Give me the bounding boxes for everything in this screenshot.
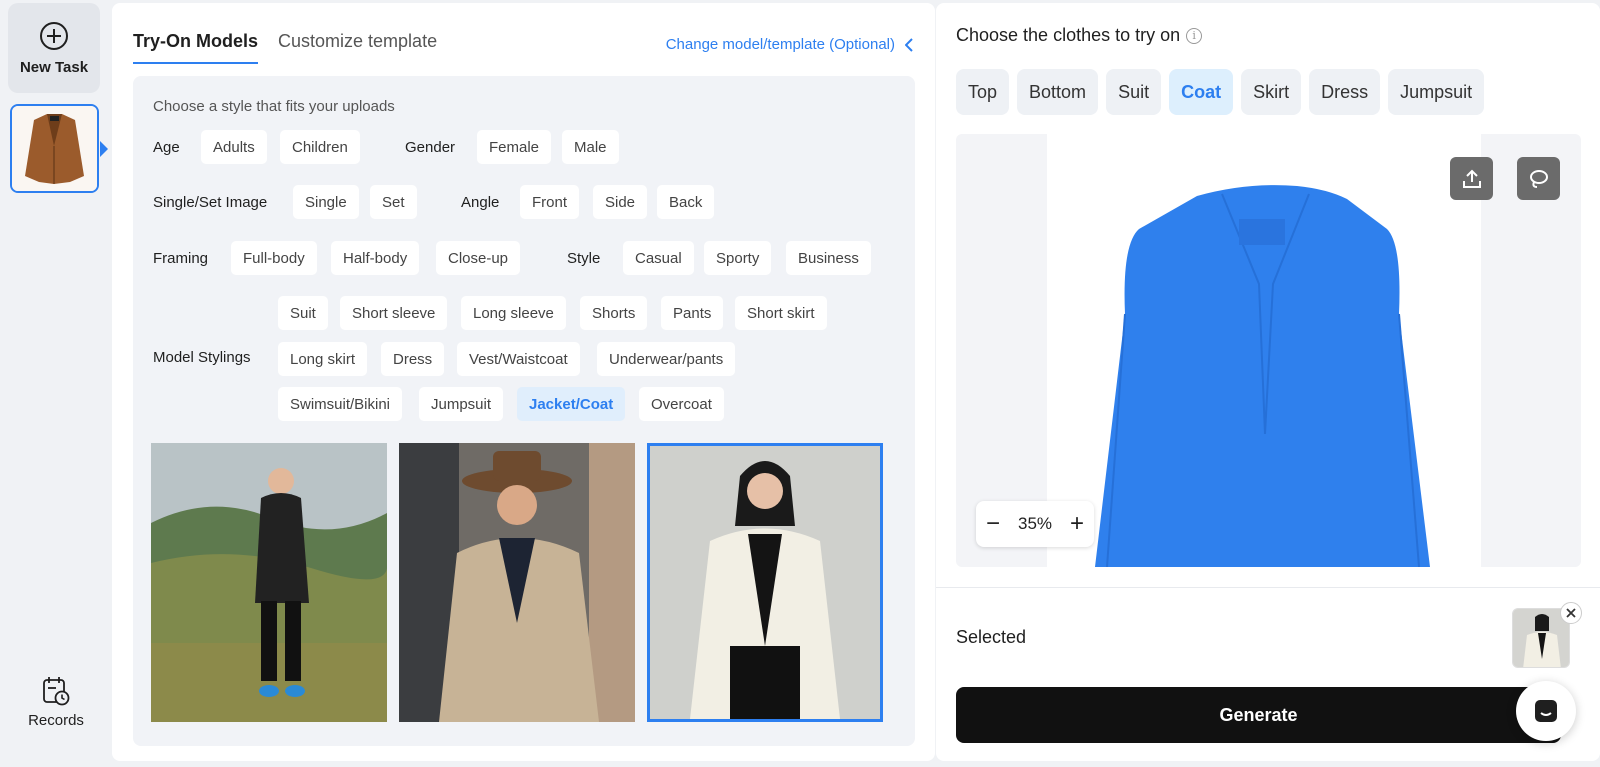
change-model-label: Change model/template (Optional) <box>665 36 895 53</box>
chip-close-up[interactable]: Close-up <box>436 241 521 275</box>
garment-canvas[interactable] <box>1047 134 1481 567</box>
chip-male[interactable]: Male <box>562 130 619 164</box>
calendar-clock-icon <box>43 677 70 706</box>
model-photo-hat-man <box>399 443 635 722</box>
tab-dress[interactable]: Dress <box>1309 69 1381 115</box>
style-label: Style <box>567 250 601 267</box>
zoom-control: − 35% + <box>976 501 1094 547</box>
tab-jumpsuit[interactable]: Jumpsuit <box>1388 69 1485 115</box>
chip-full-body[interactable]: Full-body <box>231 241 317 275</box>
active-task-caret <box>100 141 108 157</box>
upload-button[interactable] <box>1450 157 1493 200</box>
chip-female[interactable]: Female <box>477 130 552 164</box>
jacket-thumbnail-image <box>12 106 97 191</box>
chip-long-sleeve[interactable]: Long sleeve <box>461 296 566 330</box>
zoom-out-button[interactable]: − <box>986 512 1000 536</box>
clothes-title: Choose the clothes to try on i <box>956 25 1203 46</box>
chip-pants[interactable]: Pants <box>661 296 724 330</box>
stylings-label: Model Stylings <box>153 349 251 366</box>
new-task-button[interactable]: New Task <box>8 3 100 93</box>
selected-label: Selected <box>956 627 1027 647</box>
chat-icon <box>1535 700 1557 722</box>
style-hint: Choose a style that fits your uploads <box>153 98 395 115</box>
zoom-level: 35% <box>1017 514 1053 533</box>
chevron-left-icon <box>905 37 913 52</box>
age-label: Age <box>153 139 180 156</box>
chip-side[interactable]: Side <box>593 185 648 219</box>
tab-skirt[interactable]: Skirt <box>1241 69 1302 115</box>
chip-casual[interactable]: Casual <box>623 241 694 275</box>
model-tabs: Try-On Models Customize template <box>133 31 437 64</box>
chip-long-skirt[interactable]: Long skirt <box>278 342 368 376</box>
tab-try-on-models[interactable]: Try-On Models <box>133 31 259 64</box>
chip-short-sleeve[interactable]: Short sleeve <box>340 296 448 330</box>
model-card-white-blazer[interactable] <box>647 443 883 722</box>
remove-selected-button[interactable] <box>1560 602 1582 624</box>
chip-underwear-pants[interactable]: Underwear/pants <box>597 342 736 376</box>
plus-circle-icon <box>40 21 68 50</box>
chip-shorts[interactable]: Shorts <box>580 296 648 330</box>
generate-button[interactable]: Generate <box>956 687 1561 743</box>
zoom-in-button[interactable]: + <box>1070 512 1084 536</box>
chip-jacket-coat[interactable]: Jacket/Coat <box>517 387 626 421</box>
framing-label: Framing <box>153 250 209 267</box>
chip-overcoat[interactable]: Overcoat <box>639 387 724 421</box>
tab-customize-template[interactable]: Customize template <box>278 31 437 64</box>
garment-preview: − 35% + <box>956 134 1581 567</box>
new-task-label: New Task <box>19 58 89 76</box>
left-rail: New Task Records <box>0 0 108 767</box>
tab-coat[interactable]: Coat <box>1169 69 1234 115</box>
change-model-link[interactable]: Change model/template (Optional) <box>666 36 913 53</box>
chip-suit[interactable]: Suit <box>278 296 328 330</box>
chip-single[interactable]: Single <box>293 185 359 219</box>
angle-label: Angle <box>461 194 500 211</box>
chip-half-body[interactable]: Half-body <box>331 241 420 275</box>
lasso-icon <box>1529 169 1548 188</box>
chip-vest-waistcoat[interactable]: Vest/Waistcoat <box>457 342 580 376</box>
chip-children[interactable]: Children <box>280 130 360 164</box>
model-photo-hiker <box>151 443 387 722</box>
info-icon[interactable]: i <box>1186 27 1203 44</box>
gender-label: Gender <box>405 139 456 156</box>
chat-support-button[interactable] <box>1516 681 1576 741</box>
chip-business[interactable]: Business <box>786 241 871 275</box>
model-panel: Try-On Models Customize template Change … <box>112 3 935 761</box>
model-photo-white-blazer <box>650 446 880 719</box>
chip-back[interactable]: Back <box>657 185 715 219</box>
chip-sporty[interactable]: Sporty <box>704 241 772 275</box>
clothes-panel: Choose the clothes to try on i Top Botto… <box>936 3 1600 761</box>
tab-top[interactable]: Top <box>956 69 1010 115</box>
model-card-hat-man[interactable] <box>399 443 635 722</box>
records-button[interactable]: Records <box>14 676 98 729</box>
chip-jumpsuit[interactable]: Jumpsuit <box>419 387 504 421</box>
chip-swimsuit-bikini[interactable]: Swimsuit/Bikini <box>278 387 403 421</box>
coat-mask-image <box>1095 185 1430 567</box>
task-thumbnail[interactable] <box>10 104 99 193</box>
lasso-button[interactable] <box>1517 157 1560 200</box>
model-card-hiker[interactable] <box>151 443 387 722</box>
tab-suit[interactable]: Suit <box>1106 69 1162 115</box>
upload-icon <box>1462 169 1481 188</box>
tab-bottom[interactable]: Bottom <box>1017 69 1099 115</box>
panel-divider <box>936 587 1600 588</box>
close-icon <box>1566 608 1576 618</box>
clothes-title-text: Choose the clothes to try on <box>956 25 1181 45</box>
chip-set[interactable]: Set <box>370 185 417 219</box>
single-set-label: Single/Set Image <box>153 194 268 211</box>
chip-adults[interactable]: Adults <box>201 130 267 164</box>
clothes-type-tabs: Top Bottom Suit Coat Skirt Dress Jumpsui… <box>956 69 1485 115</box>
chip-dress[interactable]: Dress <box>381 342 445 376</box>
chip-front[interactable]: Front <box>520 185 580 219</box>
records-label: Records <box>28 712 84 729</box>
chip-short-skirt[interactable]: Short skirt <box>735 296 827 330</box>
